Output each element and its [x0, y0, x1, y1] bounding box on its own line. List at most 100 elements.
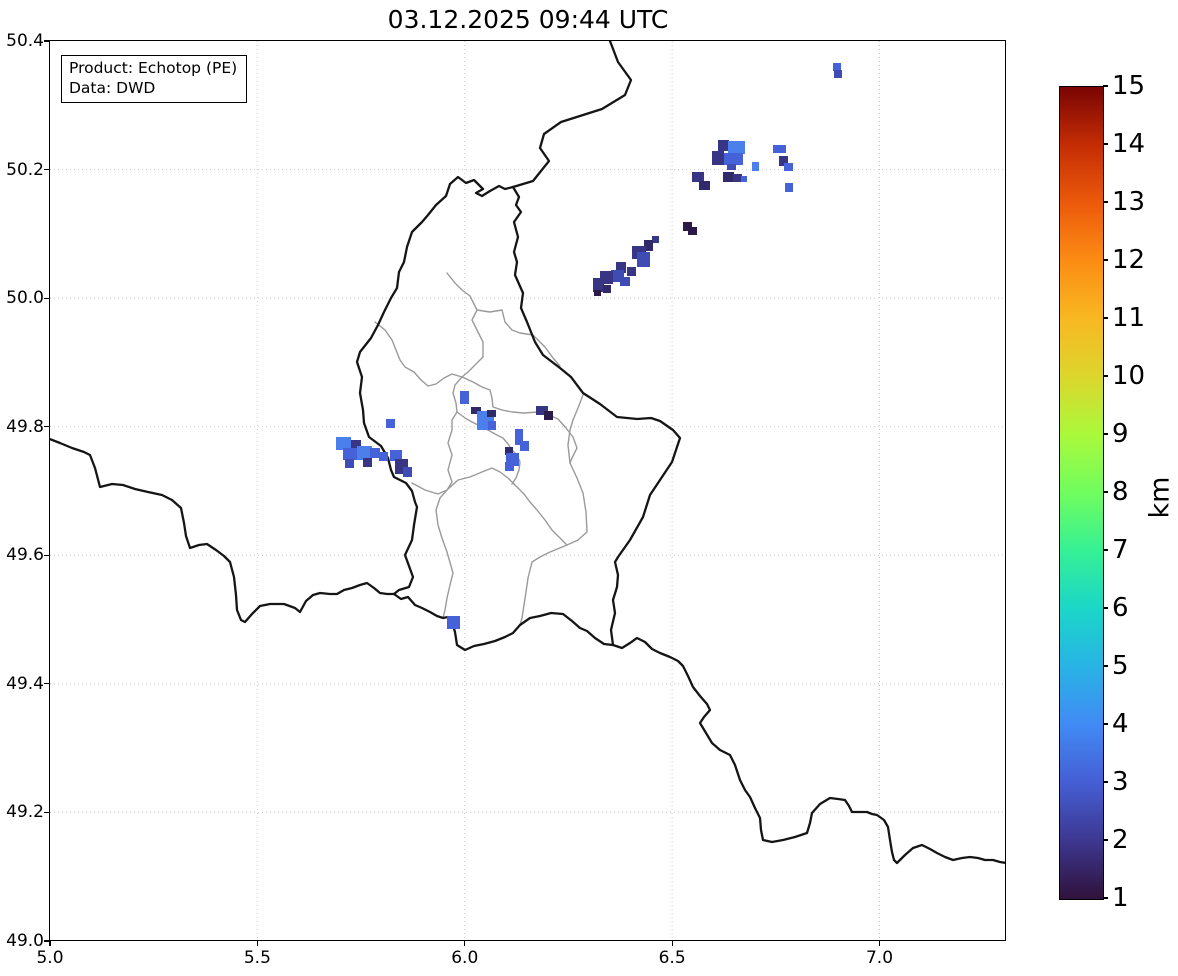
- radar-cell: [593, 278, 604, 292]
- radar-cell: [752, 162, 759, 171]
- radar-cell: [544, 411, 553, 420]
- colorbar-tick-label: 8: [1112, 477, 1129, 507]
- radar-cell: [688, 227, 697, 235]
- y-tick-mark: [44, 940, 49, 942]
- colorbar-tick-label: 11: [1112, 303, 1146, 333]
- colorbar-tick-label: 12: [1112, 245, 1146, 275]
- country-border-path: [50, 437, 396, 624]
- radar-cell: [363, 458, 372, 467]
- radar-cell: [488, 421, 496, 430]
- radar-cell: [487, 410, 496, 417]
- radar-cell: [594, 290, 601, 296]
- colorbar-tick-mark: [1103, 665, 1108, 667]
- colorbar: [1059, 86, 1104, 900]
- radar-cell: [773, 145, 786, 153]
- radar-cell: [712, 151, 724, 165]
- legend-product-line: Product: Echotop (PE): [69, 59, 238, 77]
- x-tick-mark: [49, 941, 51, 946]
- radar-cell: [834, 70, 842, 78]
- plot-title: 03.12.2025 09:44 UTC: [387, 5, 669, 34]
- colorbar-tick-mark: [1103, 723, 1108, 725]
- admin-border-path: [374, 321, 463, 387]
- colorbar-unit-label: km: [1144, 476, 1176, 519]
- y-tick-label: 50.2: [6, 159, 44, 180]
- country-border-path: [355, 182, 452, 596]
- y-tick-mark: [44, 297, 49, 299]
- y-tick-mark: [44, 554, 49, 556]
- x-tick-mark: [464, 941, 466, 946]
- y-tick-mark: [44, 168, 49, 171]
- product-legend-box: Product: Echotop (PE) Data: DWD: [61, 55, 248, 104]
- radar-cell: [345, 459, 354, 468]
- colorbar-tick-mark: [1103, 839, 1108, 841]
- map-svg: [50, 41, 1005, 940]
- radar-cell: [505, 462, 514, 471]
- radar-cell: [447, 616, 460, 629]
- colorbar-tick-label: 6: [1112, 593, 1129, 623]
- radar-cell: [724, 153, 743, 165]
- colorbar-tick-label: 13: [1112, 187, 1146, 217]
- admin-border-path: [519, 462, 588, 626]
- colorbar-tick-mark: [1103, 491, 1108, 493]
- colorbar-tick-mark: [1103, 549, 1108, 551]
- colorbar-tick-label: 3: [1112, 767, 1129, 797]
- colorbar-tick-mark: [1103, 375, 1108, 377]
- x-tick-mark: [878, 941, 881, 946]
- admin-border-path: [567, 394, 584, 464]
- radar-cell: [603, 285, 611, 293]
- radar-cell: [727, 164, 736, 170]
- radar-cell: [620, 277, 630, 286]
- y-tick-label: 49.8: [6, 416, 44, 437]
- colorbar-tick-mark: [1103, 607, 1108, 609]
- radar-cell: [357, 446, 372, 460]
- radar-cell: [728, 141, 745, 154]
- x-tick-label: 5.5: [243, 948, 271, 968]
- y-tick-label: 50.4: [6, 31, 44, 51]
- y-tick-mark: [44, 426, 49, 428]
- radar-cell: [699, 181, 710, 190]
- colorbar-tick-label: 2: [1112, 825, 1129, 855]
- radar-cell: [520, 441, 529, 451]
- radar-figure: 03.12.2025 09:44 UTC Product: Echotop (P…: [0, 0, 1178, 976]
- radar-cell: [637, 252, 650, 267]
- y-tick-label: 49.6: [6, 545, 44, 566]
- y-tick-label: 49.2: [6, 802, 44, 823]
- country-border-path: [511, 185, 682, 647]
- radar-cell: [379, 452, 388, 461]
- colorbar-tick-label: 14: [1112, 129, 1146, 159]
- colorbar-tick-mark: [1103, 317, 1108, 319]
- radar-cell: [833, 63, 841, 71]
- radar-cell: [370, 448, 380, 458]
- colorbar-tick-mark: [1103, 259, 1108, 261]
- colorbar-tick-mark: [1103, 85, 1108, 87]
- colorbar-tick-label: 10: [1112, 361, 1146, 391]
- colorbar-tick-mark: [1103, 781, 1108, 783]
- country-border-path: [511, 41, 633, 189]
- colorbar-tick-label: 5: [1112, 651, 1129, 681]
- y-tick-label: 49.4: [6, 673, 44, 694]
- radar-cell: [386, 419, 395, 428]
- y-tick-label: 50.0: [6, 288, 44, 309]
- country-border-path: [392, 592, 615, 652]
- admin-border-path: [411, 467, 568, 546]
- colorbar-tick-label: 4: [1112, 709, 1129, 739]
- colorbar-tick-mark: [1103, 201, 1108, 203]
- colorbar-tick-label: 9: [1112, 419, 1129, 449]
- radar-cell: [343, 448, 357, 460]
- colorbar-tick-label: 7: [1112, 535, 1129, 565]
- legend-data-line: Data: DWD: [69, 79, 156, 98]
- radar-cell: [460, 391, 469, 404]
- x-tick-mark: [671, 941, 673, 946]
- y-tick-mark: [44, 811, 49, 814]
- radar-cell: [692, 172, 704, 182]
- colorbar-tick-mark: [1103, 143, 1108, 145]
- x-tick-label: 6.5: [658, 948, 686, 968]
- radar-cell: [718, 140, 729, 151]
- radar-cell: [627, 267, 636, 276]
- y-tick-label: 49.0: [6, 931, 44, 951]
- x-tick-label: 7.0: [865, 948, 894, 968]
- radar-cell: [403, 467, 412, 477]
- radar-cell: [733, 174, 742, 182]
- map-plot-area: [49, 40, 1006, 941]
- radar-cell: [723, 172, 734, 182]
